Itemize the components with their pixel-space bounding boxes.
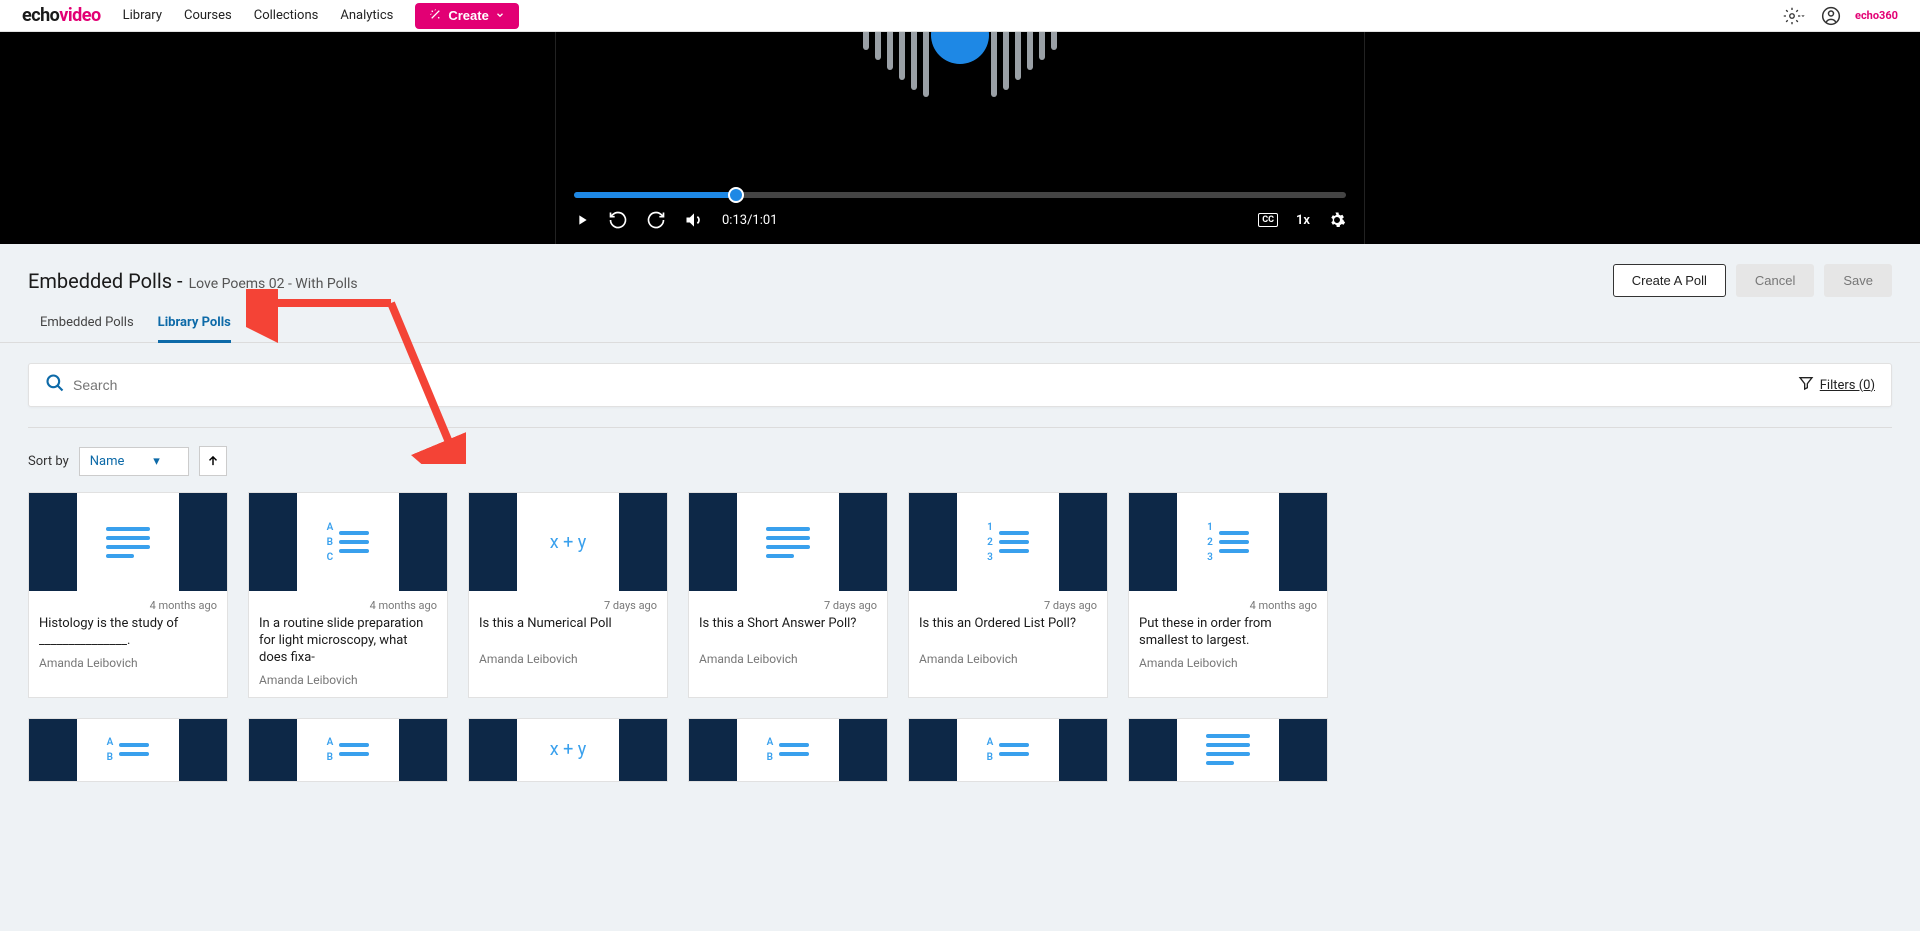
poll-author: Amanda Leibovich xyxy=(689,652,887,676)
top-navbar: echovideo Library Courses Collections An… xyxy=(0,0,1920,32)
poll-card[interactable]: x + y xyxy=(468,718,668,782)
poll-card[interactable]: 1234 months agoPut these in order from s… xyxy=(1128,492,1328,698)
poll-title: Is this an Ordered List Poll? xyxy=(909,616,1107,652)
poll-card[interactable]: 1237 days agoIs this an Ordered List Pol… xyxy=(908,492,1108,698)
nav-collections[interactable]: Collections xyxy=(254,8,319,23)
poll-thumbnail: x + y xyxy=(469,719,667,781)
search-input[interactable] xyxy=(65,377,1798,393)
poll-card[interactable]: 7 days agoIs this a Short Answer Poll?Am… xyxy=(688,492,888,698)
poll-card[interactable]: 4 months agoHistology is the study of __… xyxy=(28,492,228,698)
nav-courses[interactable]: Courses xyxy=(184,8,232,23)
chevron-down-icon xyxy=(495,8,505,23)
poll-thumbnail: AB xyxy=(249,719,447,781)
poll-thumbnail xyxy=(689,493,887,591)
create-button[interactable]: Create xyxy=(415,3,518,29)
poll-thumbnail xyxy=(29,493,227,591)
save-button: Save xyxy=(1824,264,1892,297)
filters-button[interactable]: Filters (0) xyxy=(1798,375,1875,395)
page-title: Embedded Polls - Love Poems 02 - With Po… xyxy=(28,269,358,293)
echo360-logo[interactable]: echo360 xyxy=(1855,9,1898,22)
video-visual xyxy=(556,32,1364,244)
settings-icon[interactable] xyxy=(1783,7,1807,25)
poll-card[interactable]: x + y7 days agoIs this a Numerical PollA… xyxy=(468,492,668,698)
main-scroll[interactable]: 0:13/1:01 CC 1x Embedded Polls - Love Po… xyxy=(0,32,1920,931)
poll-age: 7 days ago xyxy=(909,591,1107,616)
tab-library-polls[interactable]: Library Polls xyxy=(158,315,231,343)
sort-direction-button[interactable] xyxy=(199,446,227,476)
poll-author: Amanda Leibovich xyxy=(29,656,227,680)
search-icon xyxy=(45,373,65,397)
poll-thumbnail: x + y xyxy=(469,493,667,591)
poll-card[interactable] xyxy=(1128,718,1328,782)
nav-library[interactable]: Library xyxy=(123,8,162,23)
cancel-button: Cancel xyxy=(1736,264,1814,297)
poll-card[interactable]: AB xyxy=(908,718,1108,782)
poll-title: Put these in order from smallest to larg… xyxy=(1129,616,1327,656)
tab-bar: Embedded Polls Library Polls xyxy=(0,297,1920,343)
poll-age: 4 months ago xyxy=(29,591,227,616)
poll-age: 4 months ago xyxy=(249,591,447,616)
poll-thumbnail: AB xyxy=(689,719,887,781)
video-player: 0:13/1:01 CC 1x xyxy=(0,32,1920,244)
poll-thumbnail: 123 xyxy=(909,493,1107,591)
poll-title: In a routine slide preparation for light… xyxy=(249,616,447,673)
poll-card[interactable]: ABC4 months agoIn a routine slide prepar… xyxy=(248,492,448,698)
seek-thumb[interactable] xyxy=(728,187,744,203)
poll-card[interactable]: AB xyxy=(28,718,228,782)
polls-grid: 4 months agoHistology is the study of __… xyxy=(0,492,1920,822)
poll-title: Histology is the study of ______________… xyxy=(29,616,227,656)
seek-bar[interactable] xyxy=(574,192,1346,198)
brand-logo[interactable]: echovideo xyxy=(22,5,101,26)
poll-title: Is this a Short Answer Poll? xyxy=(689,616,887,652)
create-poll-button[interactable]: Create A Poll xyxy=(1613,264,1726,297)
nav-analytics[interactable]: Analytics xyxy=(340,8,393,23)
tab-embedded-polls[interactable]: Embedded Polls xyxy=(40,315,134,342)
poll-thumbnail: AB xyxy=(29,719,227,781)
poll-thumbnail: 123 xyxy=(1129,493,1327,591)
poll-author: Amanda Leibovich xyxy=(469,652,667,676)
poll-title: Is this a Numerical Poll xyxy=(469,616,667,652)
poll-age: 4 months ago xyxy=(1129,591,1327,616)
sort-label: Sort by xyxy=(28,454,69,469)
filter-icon xyxy=(1798,375,1814,395)
poll-card[interactable]: AB xyxy=(248,718,448,782)
account-icon[interactable] xyxy=(1821,6,1841,26)
poll-thumbnail: ABC xyxy=(249,493,447,591)
poll-thumbnail: AB xyxy=(909,719,1107,781)
poll-card[interactable]: AB xyxy=(688,718,888,782)
caret-down-icon: ▾ xyxy=(153,454,160,469)
poll-author: Amanda Leibovich xyxy=(909,652,1107,676)
sort-select[interactable]: Name ▾ xyxy=(79,447,189,476)
poll-age: 7 days ago xyxy=(689,591,887,616)
wand-icon xyxy=(429,8,442,24)
nav-links: Library Courses Collections Analytics xyxy=(123,8,394,23)
search-bar: Filters (0) xyxy=(28,363,1892,407)
poll-author: Amanda Leibovich xyxy=(249,673,447,697)
poll-author: Amanda Leibovich xyxy=(1129,656,1327,680)
poll-thumbnail xyxy=(1129,719,1327,781)
poll-age: 7 days ago xyxy=(469,591,667,616)
